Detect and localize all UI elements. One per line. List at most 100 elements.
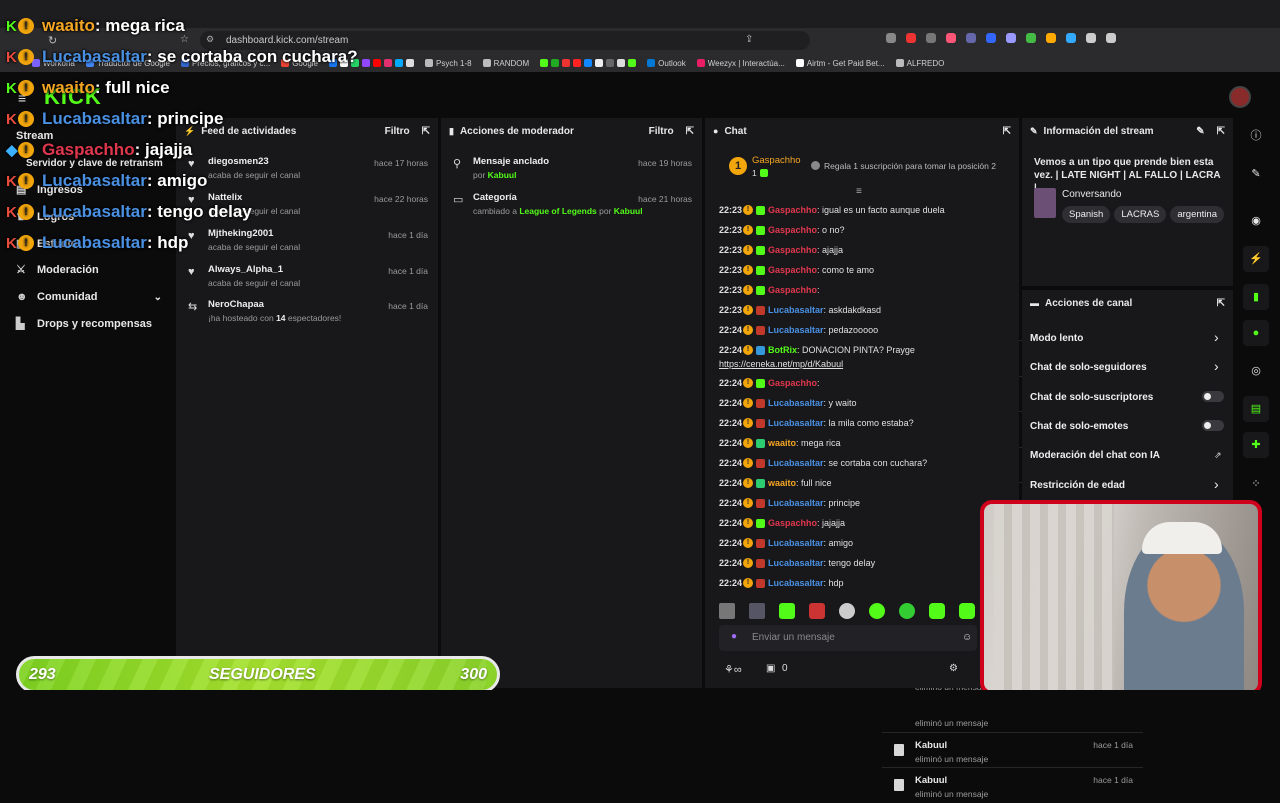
share-icon[interactable]: ⇪ (745, 34, 753, 45)
edit-icon[interactable]: ✎ (1196, 126, 1204, 137)
emote-icon[interactable] (779, 603, 795, 619)
chat-username[interactable]: Gaspachho (768, 225, 817, 235)
followers-only-row[interactable]: Chat de solo-seguidores (1030, 362, 1147, 373)
chat-username[interactable]: waaito (768, 438, 796, 448)
chat-link[interactable]: https://ceneka.net/mp/d/Kabuul (719, 359, 843, 369)
broadcast-icon[interactable]: ◎ (1250, 365, 1262, 377)
chat-text: : (817, 285, 820, 295)
bookmark-folder[interactable]: Psych 1-8 (425, 59, 472, 68)
bookmark-item[interactable]: Weezyx | Interactúa... (696, 59, 785, 68)
info-icon[interactable]: ⓘ (1250, 130, 1262, 142)
popout-icon[interactable]: ⇱ (1003, 126, 1011, 137)
chat-header: ● Chat ⇱ (705, 118, 1019, 144)
filter-button[interactable]: Filtro (385, 126, 410, 137)
tag[interactable]: LACRAS (1114, 206, 1167, 223)
bookmark-item[interactable]: Airtm - Get Paid Bet... (795, 59, 885, 68)
sidebar-item-comunidad[interactable]: ☻ Comunidad ⌄ (16, 291, 162, 303)
chat-username[interactable]: Gaspachho (768, 285, 817, 295)
chat-username[interactable]: Lucabasaltar (768, 558, 824, 568)
emote-icon[interactable] (899, 603, 915, 619)
lightning-icon[interactable]: ⚡ (1243, 246, 1269, 272)
emote-icon[interactable] (749, 603, 765, 619)
emote-icon[interactable] (959, 603, 975, 619)
overlay-badge-icon: K (6, 203, 17, 221)
emote-icon[interactable] (869, 603, 885, 619)
chat-username[interactable]: Gaspachho (768, 378, 817, 388)
chat-username[interactable]: Lucabasaltar (768, 498, 824, 508)
emote-icon[interactable] (839, 603, 855, 619)
ai-moderation-row[interactable]: Moderación del chat con IA (1030, 450, 1160, 461)
emote-icon[interactable] (719, 603, 735, 619)
overlay-badge-icon: K (6, 17, 17, 35)
chat-username[interactable]: waaito (768, 478, 796, 488)
emotes-only-toggle[interactable] (1202, 420, 1224, 431)
gold-badge-icon: ! (743, 518, 753, 528)
chat-username[interactable]: Gaspachho (768, 245, 817, 255)
chat-username[interactable]: Lucabasaltar (768, 325, 824, 335)
layout-icon[interactable]: ▤ (1243, 396, 1269, 422)
emote-picker-icon[interactable]: ☺ (962, 632, 972, 643)
leaderboard-user[interactable]: Gaspachho (752, 155, 801, 166)
chat-timestamp: 22:24 (719, 538, 743, 548)
wrench-icon[interactable]: ✚ (1243, 432, 1269, 458)
gold-badge-icon: ! (743, 325, 753, 335)
tag[interactable]: Spanish (1062, 206, 1111, 223)
chat-username[interactable]: Lucabasaltar (768, 538, 824, 548)
overlay-text: : mega rica (94, 16, 185, 35)
share-icon[interactable]: ⁘ (1250, 478, 1262, 490)
microphone-icon[interactable]: ● (731, 631, 737, 642)
chat-username[interactable]: Lucabasaltar (768, 458, 824, 468)
chat-username[interactable]: Gaspachho (768, 518, 817, 528)
points-icon[interactable]: ⚘∞ (724, 663, 742, 676)
chat-username[interactable]: Gaspachho (768, 205, 817, 215)
chat-username[interactable]: Lucabasaltar (768, 578, 824, 588)
bookmark-item[interactable]: Outlook (647, 59, 686, 68)
gift-box-icon[interactable]: ▣ (766, 663, 775, 674)
user-avatar[interactable] (1229, 86, 1251, 108)
chat-username[interactable]: Lucabasaltar (768, 398, 824, 408)
chevron-right-icon[interactable]: › (1214, 358, 1219, 374)
chat-icon[interactable]: ● (1243, 320, 1269, 346)
emote-bar (719, 603, 975, 619)
chat-username[interactable]: BotRix (768, 345, 797, 355)
camera-icon[interactable]: ◉ (1250, 215, 1262, 227)
chat-username[interactable]: Lucabasaltar (768, 305, 824, 315)
extension-icons[interactable] (886, 33, 1116, 43)
bookmark-folder[interactable]: ALFREDO (895, 59, 944, 68)
bookmark-folder[interactable]: RANDOM (482, 59, 529, 68)
slow-mode-row[interactable]: Modo lento (1030, 333, 1083, 344)
chat-input-placeholder: Enviar un mensaje (752, 632, 835, 643)
sidebar-item-drops[interactable]: ▙ Drops y recompensas (16, 318, 152, 330)
gold-badge-icon: ! (743, 458, 753, 468)
collapse-handle-icon[interactable]: ≡ (856, 186, 862, 197)
external-link-icon[interactable]: ⇗ (1214, 450, 1222, 461)
age-restriction-row[interactable]: Restricción de edad (1030, 480, 1125, 491)
tag[interactable]: argentina (1170, 206, 1224, 223)
popout-icon[interactable]: ⇱ (1217, 126, 1225, 137)
emote-icon[interactable] (929, 603, 945, 619)
sidebar-item-moderacion[interactable]: ⚔ Moderación (16, 264, 99, 276)
gift-sub-prompt[interactable]: Regala 1 suscripción para tomar la posic… (824, 161, 996, 171)
chat-message: 22:23! Gaspachho: (719, 285, 820, 295)
clipboard-icon[interactable]: ▮ (1243, 284, 1269, 310)
emote-icon[interactable] (809, 603, 825, 619)
popout-icon[interactable]: ⇱ (422, 126, 430, 137)
chevron-right-icon[interactable]: › (1214, 476, 1219, 492)
edit-icon[interactable]: ✎ (1250, 168, 1262, 180)
subscriber-badge-icon (756, 478, 765, 488)
subscriber-badge-icon (756, 265, 765, 275)
site-info-icon[interactable]: ⚙ (206, 34, 214, 45)
chat-username[interactable]: Lucabasaltar (768, 418, 824, 428)
filter-button[interactable]: Filtro (649, 126, 674, 137)
chevron-right-icon[interactable]: › (1214, 329, 1219, 345)
gold-badge-icon: ! (743, 418, 753, 428)
panel-title: Feed de actividades (201, 125, 297, 137)
chat-settings-icon[interactable]: ⚙ (949, 663, 958, 674)
popout-icon[interactable]: ⇱ (1217, 298, 1225, 309)
subscribers-only-toggle[interactable] (1202, 391, 1224, 402)
gold-badge-icon: ! (18, 111, 34, 127)
popout-icon[interactable]: ⇱ (686, 126, 694, 137)
bookmark-icons[interactable] (540, 59, 637, 67)
chat-username[interactable]: Gaspachho (768, 265, 817, 275)
feed-item: ♥ Always_Alpha_1 acaba de seguir el cana… (188, 264, 428, 288)
